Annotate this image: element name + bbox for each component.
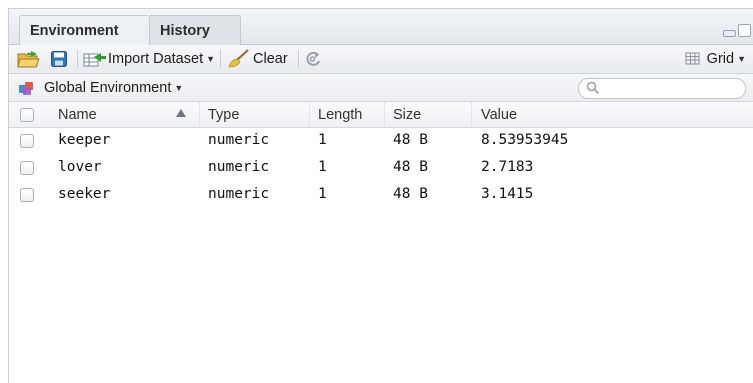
column-header-name[interactable]: Name [58, 107, 97, 123]
row-checkbox[interactable] [20, 188, 34, 202]
open-folder-icon [17, 51, 40, 68]
tab-environment[interactable]: Environment [19, 15, 150, 46]
import-table-icon [83, 53, 106, 67]
column-divider[interactable] [199, 102, 200, 128]
window-controls [723, 24, 751, 37]
grid-view-icon [685, 52, 700, 65]
environment-bar: Global Environment ▼ [9, 74, 753, 102]
cell-name: seeker [58, 186, 111, 202]
view-mode-dropdown[interactable]: Grid ▼ [685, 45, 746, 73]
table-row[interactable]: lover numeric 1 48 B 2.7183 [9, 155, 753, 182]
table-row[interactable]: seeker numeric 1 48 B 3.1415 [9, 182, 753, 209]
cell-length: 1 [318, 159, 327, 175]
column-divider[interactable] [471, 102, 472, 128]
row-checkbox[interactable] [20, 134, 34, 148]
column-divider[interactable] [384, 102, 385, 128]
table-header: Name Type Length Size Value [9, 102, 753, 128]
environment-pane: Environment History Import Dataset ▼ Cle… [8, 8, 753, 383]
column-header-label: Type [208, 107, 240, 123]
cell-type: numeric [208, 186, 270, 202]
import-dataset-button[interactable]: Import Dataset ▼ [83, 45, 215, 73]
column-header-label: Value [481, 107, 518, 123]
cell-size: 48 B [393, 132, 428, 148]
column-header-label: Name [58, 107, 97, 123]
cell-type: numeric [208, 159, 270, 175]
save-disk-icon [51, 51, 67, 67]
row-checkbox[interactable] [20, 161, 34, 175]
table-row[interactable]: keeper numeric 1 48 B 8.53953945 [9, 128, 753, 155]
tab-environment-label: Environment [30, 22, 119, 39]
sort-ascending-icon [176, 109, 186, 117]
cell-value: 3.1415 [481, 186, 534, 202]
column-header-type[interactable]: Type [208, 107, 239, 123]
tab-strip: Environment History [9, 9, 753, 46]
environment-label: Global Environment [44, 79, 172, 96]
environment-selector[interactable]: Global Environment ▼ [18, 74, 183, 101]
toolbar-separator [77, 50, 78, 68]
tab-history[interactable]: History [150, 15, 241, 46]
cell-size: 48 B [393, 159, 428, 175]
column-header-value[interactable]: Value [481, 107, 517, 123]
cell-name: lover [58, 159, 102, 175]
column-header-label: Length [318, 107, 363, 123]
chevron-down-icon: ▼ [174, 82, 184, 93]
clear-label: Clear [253, 51, 288, 67]
toolbar-separator [220, 50, 222, 68]
cell-length: 1 [318, 132, 327, 148]
cell-length: 1 [318, 186, 327, 202]
chevron-down-icon: ▼ [737, 54, 746, 64]
save-workspace-button[interactable] [51, 45, 67, 73]
tab-history-label: History [160, 23, 210, 39]
clear-workspace-button[interactable]: Clear [226, 45, 288, 73]
search-field[interactable] [578, 78, 746, 99]
select-all-checkbox[interactable] [20, 108, 34, 122]
toolbar-separator [297, 50, 299, 68]
cell-size: 48 B [393, 186, 428, 202]
column-divider[interactable] [309, 102, 310, 128]
view-mode-label: Grid [706, 51, 735, 67]
search-icon [586, 81, 600, 95]
minimize-pane-button[interactable] [723, 30, 736, 37]
cell-value: 2.7183 [481, 159, 534, 175]
cell-value: 8.53953945 [481, 132, 569, 148]
broom-icon [228, 49, 249, 68]
cell-name: keeper [58, 132, 111, 148]
refresh-icon [306, 51, 320, 66]
chevron-down-icon: ▼ [206, 54, 216, 64]
environment-cube-icon [19, 81, 33, 95]
load-workspace-button[interactable] [17, 45, 41, 73]
cell-type: numeric [208, 132, 270, 148]
maximize-pane-button[interactable] [738, 24, 751, 37]
refresh-button[interactable] [304, 45, 322, 73]
column-header-label: Size [393, 107, 422, 123]
column-header-length[interactable]: Length [318, 107, 362, 123]
import-dataset-label: Import Dataset [108, 51, 204, 67]
toolbar: Import Dataset ▼ Clear Grid ▼ [9, 45, 753, 74]
column-header-size[interactable]: Size [393, 107, 421, 123]
